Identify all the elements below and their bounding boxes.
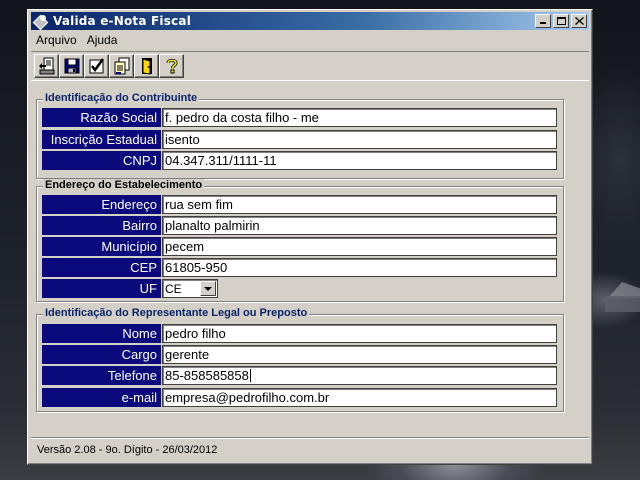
- copy-documents-icon: [114, 57, 129, 75]
- label-municipio: Município: [42, 237, 162, 256]
- label-razao-social: Razão Social: [42, 108, 162, 127]
- row-cargo: Cargo gerente: [42, 345, 557, 364]
- email-input[interactable]: empresa@pedrofilho.com.br: [162, 388, 557, 407]
- row-cep: CEP 61805-950: [42, 258, 557, 277]
- label-inscricao-estadual: Inscrição Estadual: [42, 130, 162, 149]
- row-nome: Nome pedro filho: [42, 324, 557, 343]
- close-button[interactable]: [571, 14, 587, 28]
- group-representante: Identificação do Representante Legal ou …: [36, 307, 564, 412]
- exit-button[interactable]: [134, 54, 159, 78]
- save-button[interactable]: [59, 54, 84, 78]
- cnpj-input[interactable]: 04.347.311/1111-11: [162, 151, 557, 170]
- copy-documents-button[interactable]: [109, 54, 134, 78]
- open-file-icon: [38, 57, 54, 75]
- row-uf: UF CE: [42, 279, 218, 298]
- razao-social-input[interactable]: f. pedro da costa filho - me: [162, 108, 557, 127]
- row-email: e-mail empresa@pedrofilho.com.br: [42, 388, 557, 407]
- maximize-button[interactable]: [553, 14, 569, 28]
- window-title: Valida e-Nota Fiscal: [53, 14, 192, 28]
- endereco-input[interactable]: rua sem fim: [162, 195, 557, 214]
- label-cnpj: CNPJ: [42, 151, 162, 170]
- uf-selected-value: CE: [165, 281, 182, 296]
- telefone-input[interactable]: 85-858585858: [162, 366, 557, 385]
- maximize-icon: [557, 17, 566, 25]
- cep-input[interactable]: 61805-950: [162, 258, 557, 277]
- row-municipio: Município pecem: [42, 237, 557, 256]
- label-bairro: Bairro: [42, 216, 162, 235]
- row-razao-social: Razão Social f. pedro da costa filho - m…: [42, 108, 557, 127]
- label-cargo: Cargo: [42, 345, 162, 364]
- nome-input[interactable]: pedro filho: [162, 324, 557, 343]
- help-question-icon: [166, 58, 178, 74]
- row-bairro: Bairro planalto palmirin: [42, 216, 557, 235]
- label-telefone: Telefone: [42, 366, 162, 385]
- group-contribuinte: Identificação do Contribuinte Razão Soci…: [36, 92, 564, 179]
- label-uf: UF: [42, 279, 162, 298]
- validate-check-icon: [89, 58, 104, 74]
- help-button[interactable]: [159, 54, 184, 78]
- validate-button[interactable]: [84, 54, 109, 78]
- bairro-input[interactable]: planalto palmirin: [162, 216, 557, 235]
- label-email: e-mail: [42, 388, 162, 407]
- telefone-value: 85-858585858: [165, 368, 249, 383]
- group-title-contribuinte: Identificação do Contribuinte: [43, 92, 200, 104]
- label-cep: CEP: [42, 258, 162, 277]
- close-icon: [574, 17, 584, 25]
- status-text: Versão 2.08 - 9o. Dígito - 26/03/2012: [37, 443, 218, 456]
- title-bar[interactable]: Valida e-Nota Fiscal: [31, 12, 589, 30]
- inscricao-estadual-input[interactable]: isento: [162, 130, 557, 149]
- menu-bar: Arquivo Ajuda: [31, 31, 122, 49]
- app-icon[interactable]: [33, 14, 49, 28]
- row-telefone: Telefone 85-858585858: [42, 366, 557, 385]
- minimize-button[interactable]: [535, 14, 551, 28]
- row-endereco: Endereço rua sem fim: [42, 195, 557, 214]
- uf-select[interactable]: CE: [162, 279, 218, 298]
- cargo-input[interactable]: gerente: [162, 345, 557, 364]
- menu-arquivo[interactable]: Arquivo: [31, 33, 82, 47]
- group-endereco: Endereço do Estabelecimento Endereço rua…: [36, 179, 564, 302]
- label-endereco: Endereço: [42, 195, 162, 214]
- status-bar: Versão 2.08 - 9o. Dígito - 26/03/2012: [31, 437, 589, 461]
- label-nome: Nome: [42, 324, 162, 343]
- row-inscricao-estadual: Inscrição Estadual isento: [42, 130, 557, 149]
- group-title-endereco: Endereço do Estabelecimento: [43, 179, 205, 191]
- uf-dropdown-button[interactable]: [200, 281, 216, 296]
- chevron-down-icon: [204, 286, 212, 291]
- save-disk-icon: [64, 58, 79, 74]
- exit-door-icon: [141, 58, 152, 75]
- text-caret: [249, 369, 251, 382]
- municipio-input[interactable]: pecem: [162, 237, 557, 256]
- open-file-button[interactable]: [34, 54, 59, 78]
- row-cnpj: CNPJ 04.347.311/1111-11: [42, 151, 557, 170]
- toolbar: [31, 51, 589, 81]
- app-window: Valida e-Nota Fiscal Arquivo Ajuda Ident…: [27, 9, 593, 465]
- group-title-representante: Identificação do Representante Legal ou …: [43, 307, 310, 319]
- minimize-icon: [540, 22, 546, 24]
- menu-ajuda[interactable]: Ajuda: [82, 33, 123, 47]
- background-house-body: [605, 296, 640, 312]
